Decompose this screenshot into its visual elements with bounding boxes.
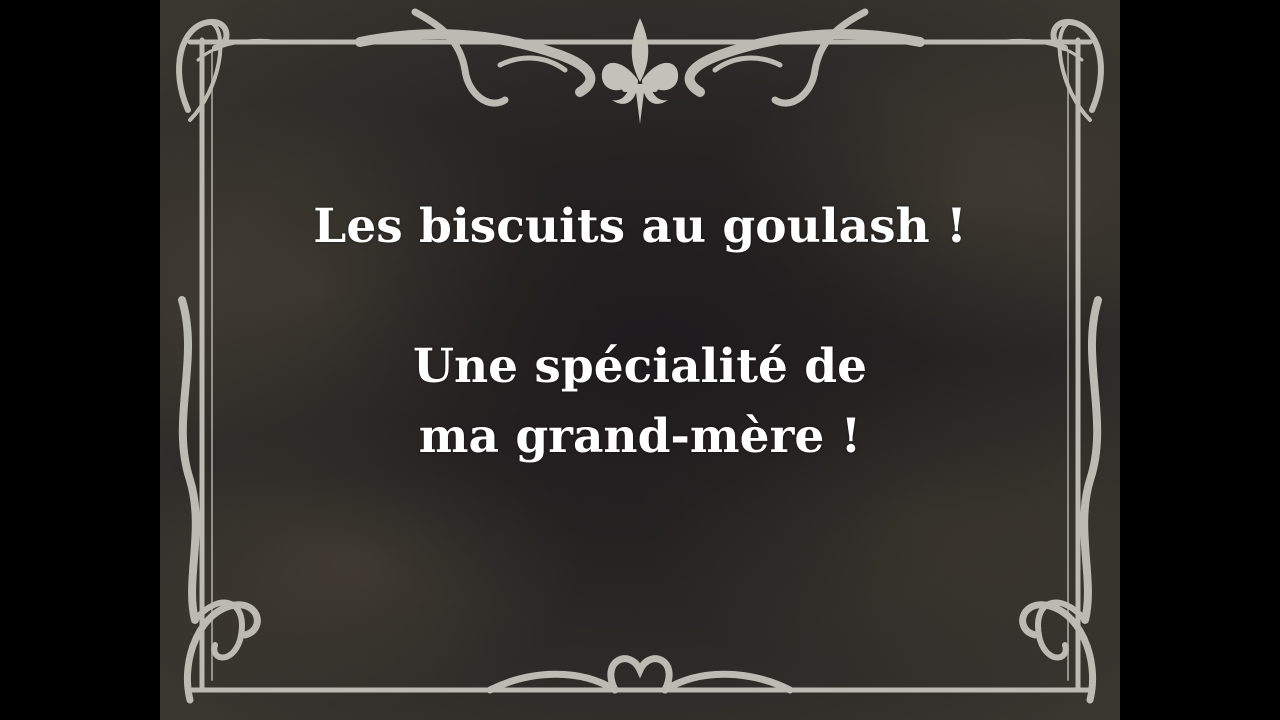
- title-line-1: Les biscuits au goulash !: [313, 199, 967, 254]
- title-line-3: ma grand-mère !: [418, 409, 862, 464]
- top-flourish-right-icon: [684, 8, 925, 107]
- fleur-de-lis-icon: [601, 18, 679, 124]
- title-line-2: Une spécialité de: [412, 339, 868, 394]
- top-flourish-left-icon: [355, 8, 596, 107]
- title-card-text: Les biscuits au goulash ! Une spécialité…: [160, 192, 1120, 472]
- corner-scroll-top-left-icon: [176, 19, 282, 122]
- corner-scroll-top-right-icon: [998, 19, 1104, 122]
- letterbox-right: [1120, 0, 1280, 720]
- silent-film-title-card: Les biscuits au goulash ! Une spécialité…: [160, 0, 1120, 720]
- bottom-flourish-icon: [486, 655, 794, 694]
- letterbox-left: [0, 0, 160, 720]
